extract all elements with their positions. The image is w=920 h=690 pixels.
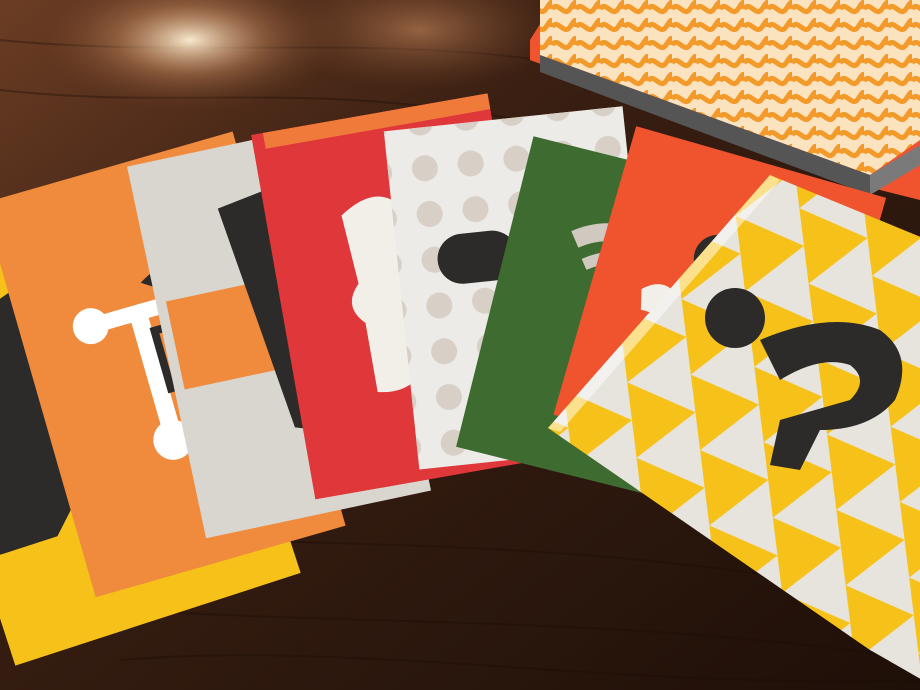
question-dot (705, 288, 765, 348)
photo-scene (0, 0, 920, 690)
scene-illustration (0, 0, 920, 690)
